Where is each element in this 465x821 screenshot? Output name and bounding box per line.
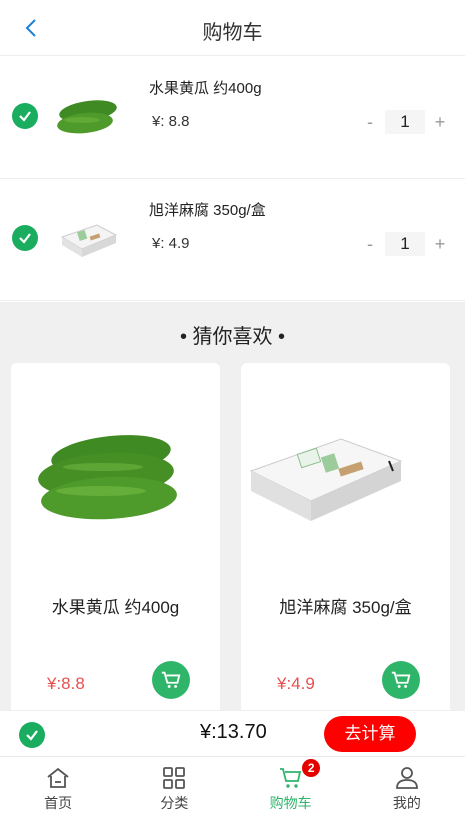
cart-icon: [161, 671, 181, 688]
cucumber-thumbnail[interactable]: [52, 85, 122, 155]
cart-count-badge: 2: [302, 759, 321, 777]
check-icon: [26, 730, 38, 741]
product-name[interactable]: 水果黄瓜 约400g: [11, 593, 220, 618]
product-price: ¥:4.9: [277, 674, 315, 693]
check-icon: [19, 233, 31, 244]
add-to-cart-button[interactable]: [152, 661, 190, 699]
product-name[interactable]: 旭洋麻腐 350g/盒: [241, 593, 450, 618]
increase-button[interactable]: +: [425, 234, 455, 255]
header-bar: 购物车: [0, 0, 465, 56]
recommend-section: • 猜你喜欢 • 水果黄瓜 约400g ¥:8.8 旭洋麻腐 350g/盒 ¥:…: [0, 302, 465, 723]
tab-cart[interactable]: 2 购物车: [233, 757, 349, 816]
tab-category[interactable]: 分类: [116, 757, 232, 816]
tab-label: 购物车: [269, 795, 312, 811]
tab-label: 分类: [160, 795, 189, 811]
item-checkbox[interactable]: [12, 225, 38, 251]
quantity-value[interactable]: 1: [385, 110, 425, 134]
item-checkbox[interactable]: [12, 103, 38, 129]
quantity-value[interactable]: 1: [385, 232, 425, 256]
decrease-button[interactable]: -: [355, 112, 385, 133]
item-price: ¥: 4.9: [152, 235, 190, 252]
decrease-button[interactable]: -: [355, 234, 385, 255]
checkout-bar: ¥:13.70 去计算: [0, 710, 465, 756]
checkout-button[interactable]: 去计算: [324, 716, 416, 752]
cart-item: 水果黄瓜 约400g ¥: 8.8 - 1 +: [0, 57, 465, 179]
item-name[interactable]: 旭洋麻腐 350g/盒: [149, 199, 266, 220]
category-grid-icon: [163, 767, 186, 789]
cart-list: 水果黄瓜 约400g ¥: 8.8 - 1 + 旭洋麻腐 350g/盒 ¥: 4…: [0, 57, 465, 301]
quantity-stepper: - 1 +: [355, 110, 455, 134]
bottom-tabbar: 首页 分类 2 购物车 我的: [0, 756, 465, 816]
tofu-box-thumbnail[interactable]: [52, 207, 122, 277]
add-to-cart-button[interactable]: [382, 661, 420, 699]
product-card[interactable]: 水果黄瓜 约400g ¥:8.8: [11, 363, 220, 723]
select-all-checkbox[interactable]: [19, 722, 45, 748]
increase-button[interactable]: +: [425, 112, 455, 133]
user-icon: [395, 767, 418, 789]
item-name[interactable]: 水果黄瓜 约400g: [149, 77, 262, 98]
quantity-stepper: - 1 +: [355, 232, 455, 256]
product-card[interactable]: 旭洋麻腐 350g/盒 ¥:4.9: [241, 363, 450, 723]
home-icon: [47, 767, 69, 788]
tab-label: 首页: [44, 795, 73, 811]
tab-label: 我的: [392, 795, 421, 811]
check-icon: [19, 111, 31, 122]
tab-profile[interactable]: 我的: [349, 757, 465, 816]
recommend-title: • 猜你喜欢 •: [179, 326, 286, 348]
cart-item: 旭洋麻腐 350g/盒 ¥: 4.9 - 1 +: [0, 179, 465, 301]
cart-icon: [279, 768, 301, 788]
page-title: 购物车: [202, 22, 263, 44]
cart-icon: [391, 671, 411, 688]
product-price: ¥:8.8: [47, 674, 85, 693]
total-price: ¥:13.70: [200, 721, 267, 743]
tab-home[interactable]: 首页: [0, 757, 116, 816]
tofu-box-image[interactable]: [241, 403, 450, 553]
cucumber-image[interactable]: [11, 403, 220, 553]
item-price: ¥: 8.8: [152, 113, 190, 130]
